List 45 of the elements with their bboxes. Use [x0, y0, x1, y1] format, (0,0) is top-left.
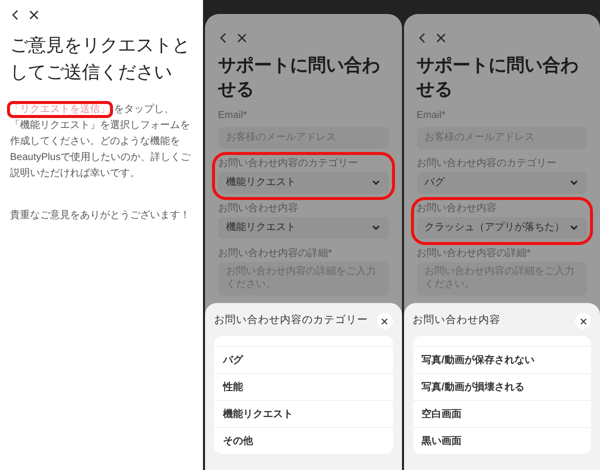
close-icon [580, 318, 586, 324]
field-label: お問い合わせ内容のカテゴリー [218, 158, 359, 170]
option-item[interactable]: バグ [214, 346, 392, 373]
sheet-title: お問い合わせ内容のカテゴリー [214, 313, 368, 328]
option-item[interactable]: 黒い画面 [412, 427, 591, 454]
instruction-text: 「リクエストを送信」 をタップし、「機能リクエスト」を選択しフォームを作成してください。どのような機能をBeautyPlusで使用したいのか、詳しくご説明いただければ幸いです。 [10, 102, 193, 182]
chevron-down-icon [370, 222, 380, 232]
close-button[interactable] [376, 313, 392, 329]
page-title: ご意見をリクエストとしてご送信ください [10, 34, 191, 84]
close-icon[interactable] [436, 33, 446, 43]
dropdown-value: クラッシュ（アプリが落ちた） [424, 220, 564, 235]
chevron-down-icon [569, 222, 579, 232]
chevron-down-icon [569, 178, 579, 188]
back-icon[interactable] [10, 10, 20, 20]
close-icon [381, 318, 388, 324]
field-label: お問い合わせ内容の詳細* [218, 248, 333, 260]
field-label: お問い合わせ内容のカテゴリー [416, 158, 558, 170]
option-item[interactable]: 機能リクエスト [214, 400, 392, 427]
field-label: Email* [416, 110, 446, 122]
thanks-text: 貴重なご意見をありがとうございます！ [10, 208, 191, 223]
sheet-title: お問い合わせ内容 [412, 313, 500, 328]
dropdown-field[interactable]: バグ [416, 172, 587, 194]
back-icon[interactable] [416, 33, 426, 43]
page-title: サポートに問い合わせる [218, 54, 381, 101]
dropdown-value: バグ [424, 176, 444, 190]
field-label: お問い合わせ内容 [416, 202, 498, 214]
dropdown-value: 機能リクエスト [226, 220, 296, 235]
chevron-down-icon [370, 178, 380, 188]
field-label: Email* [218, 110, 248, 122]
field-label: お問い合わせ内容の詳細* [416, 248, 532, 260]
option-item[interactable]: 写真/動画が損壊される [412, 373, 591, 400]
option-item[interactable]: 写真/動画が保存されない [412, 346, 591, 373]
dropdown-field[interactable]: 機能リクエスト [218, 172, 388, 194]
field-label: お問い合わせ内容 [218, 202, 299, 214]
option-item[interactable]: その他 [214, 427, 392, 454]
close-button[interactable] [575, 313, 591, 329]
option-item[interactable]: 性能 [214, 373, 392, 400]
dropdown-field[interactable]: クラッシュ（アプリが落ちた） [416, 216, 587, 238]
dropdown-field[interactable]: 機能リクエスト [218, 216, 388, 238]
back-icon[interactable] [218, 33, 228, 43]
close-icon[interactable] [237, 33, 247, 43]
dropdown-value: 機能リクエスト [226, 176, 296, 190]
close-icon[interactable] [29, 10, 39, 20]
option-item[interactable]: 空白画面 [412, 400, 591, 427]
page-title: サポートに問い合わせる [416, 54, 580, 101]
